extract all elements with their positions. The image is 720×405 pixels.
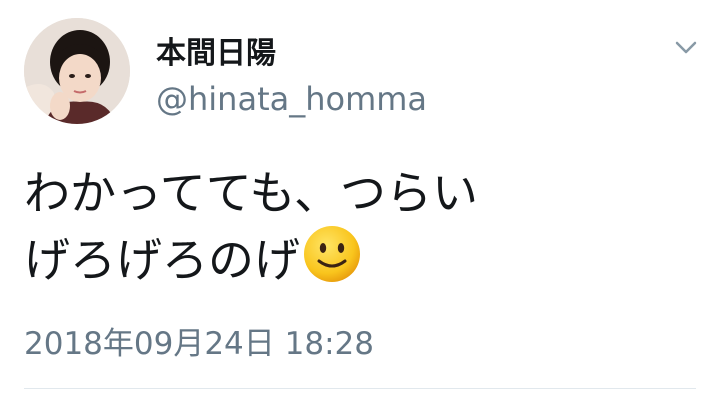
chevron-down-icon[interactable] [668,30,704,66]
avatar-photo [24,18,130,124]
tweet-text-line-1: わかってても、つらい [24,166,479,220]
user-handle[interactable]: @hinata_homma [156,80,427,118]
display-name[interactable]: 本間日陽 [156,28,276,72]
tweet-timestamp[interactable]: 2018年09月24日 18:28 [24,318,374,363]
divider [24,388,696,389]
avatar[interactable] [24,18,130,124]
tweet-text-line-2: げろげろのげ [24,224,478,291]
slightly-smiling-face-emoji [304,226,360,282]
tweet-text: わかってても、つらい げろげろのげ [24,162,478,291]
tweet-text-line-2-text: げろげろのげ [24,233,300,287]
